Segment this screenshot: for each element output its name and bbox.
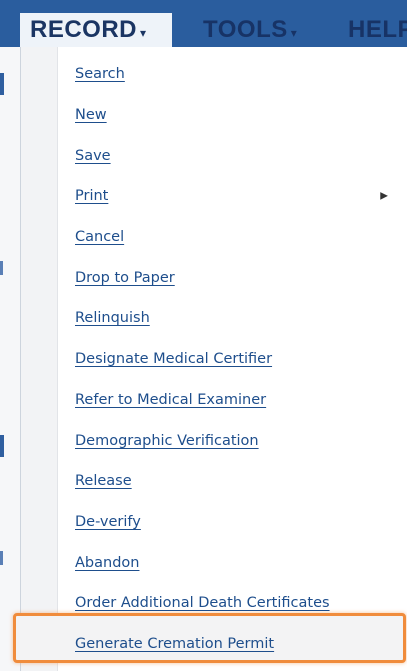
page-edge-mark [0, 551, 3, 565]
menu-item-label: Demographic Verification [75, 432, 259, 449]
menu-record[interactable]: RECORD ▾ [20, 13, 172, 47]
menu-item-abandon[interactable]: Abandon [21, 542, 406, 583]
menu-item-drop-to-paper[interactable]: Drop to Paper [21, 257, 406, 298]
menu-item-demographic-verification[interactable]: Demographic Verification [21, 420, 406, 461]
menu-item-release[interactable]: Release [21, 461, 406, 502]
menu-item-cancel[interactable]: Cancel [21, 217, 406, 258]
menu-item-list: Search New Save Print ▶ Cancel Drop to P… [21, 54, 406, 664]
menu-item-generate-cremation-permit[interactable]: Generate Cremation Permit [21, 624, 406, 665]
menu-item-order-additional-death-certificates[interactable]: Order Additional Death Certificates [21, 583, 406, 624]
menu-item-label: Generate Cremation Permit [75, 635, 275, 652]
page-edge-mark [0, 73, 4, 95]
menu-item-print[interactable]: Print ▶ [21, 176, 406, 217]
menu-item-label: Relinquish [75, 310, 150, 327]
menu-item-label: Release [75, 473, 132, 490]
menu-item-search[interactable]: Search [21, 54, 406, 95]
menu-item-label: New [75, 107, 107, 124]
menu-item-new[interactable]: New [21, 95, 406, 136]
top-menu-bar: RECORD ▾ TOOLS ▾ HELP [0, 0, 407, 47]
menu-tools-label: TOOLS [203, 16, 288, 43]
page-edge-mark [0, 435, 4, 457]
menu-help-label: HELP [348, 16, 407, 43]
menu-record-label: RECORD [30, 16, 138, 43]
menu-item-label: Print [75, 188, 109, 205]
menu-item-label: Search [75, 66, 125, 83]
menu-item-label: De-verify [75, 513, 141, 530]
menu-item-label: Cancel [75, 229, 125, 246]
menu-item-save[interactable]: Save [21, 135, 406, 176]
menu-item-relinquish[interactable]: Relinquish [21, 298, 406, 339]
background-page-edge [0, 47, 20, 671]
record-dropdown-menu: Search New Save Print ▶ Cancel Drop to P… [13, 47, 406, 671]
chevron-down-icon: ▾ [140, 26, 147, 40]
menu-item-refer-to-medical-examiner[interactable]: Refer to Medical Examiner [21, 380, 406, 421]
menu-item-label: Abandon [75, 554, 140, 571]
page-edge-mark [0, 261, 3, 275]
menu-item-label: Save [75, 147, 111, 164]
menu-item-label: Designate Medical Certifier [75, 351, 273, 368]
menu-item-de-verify[interactable]: De-verify [21, 502, 406, 543]
menu-tools[interactable]: TOOLS ▾ [203, 13, 297, 47]
menu-item-designate-medical-certifier[interactable]: Designate Medical Certifier [21, 339, 406, 380]
menu-item-label: Drop to Paper [75, 269, 175, 286]
triangle-right-icon: ▶ [380, 190, 388, 202]
menu-item-label: Order Additional Death Certificates [75, 595, 330, 612]
menu-help[interactable]: HELP [348, 13, 407, 47]
chevron-down-icon: ▾ [290, 26, 298, 40]
menu-item-label: Refer to Medical Examiner [75, 391, 267, 408]
